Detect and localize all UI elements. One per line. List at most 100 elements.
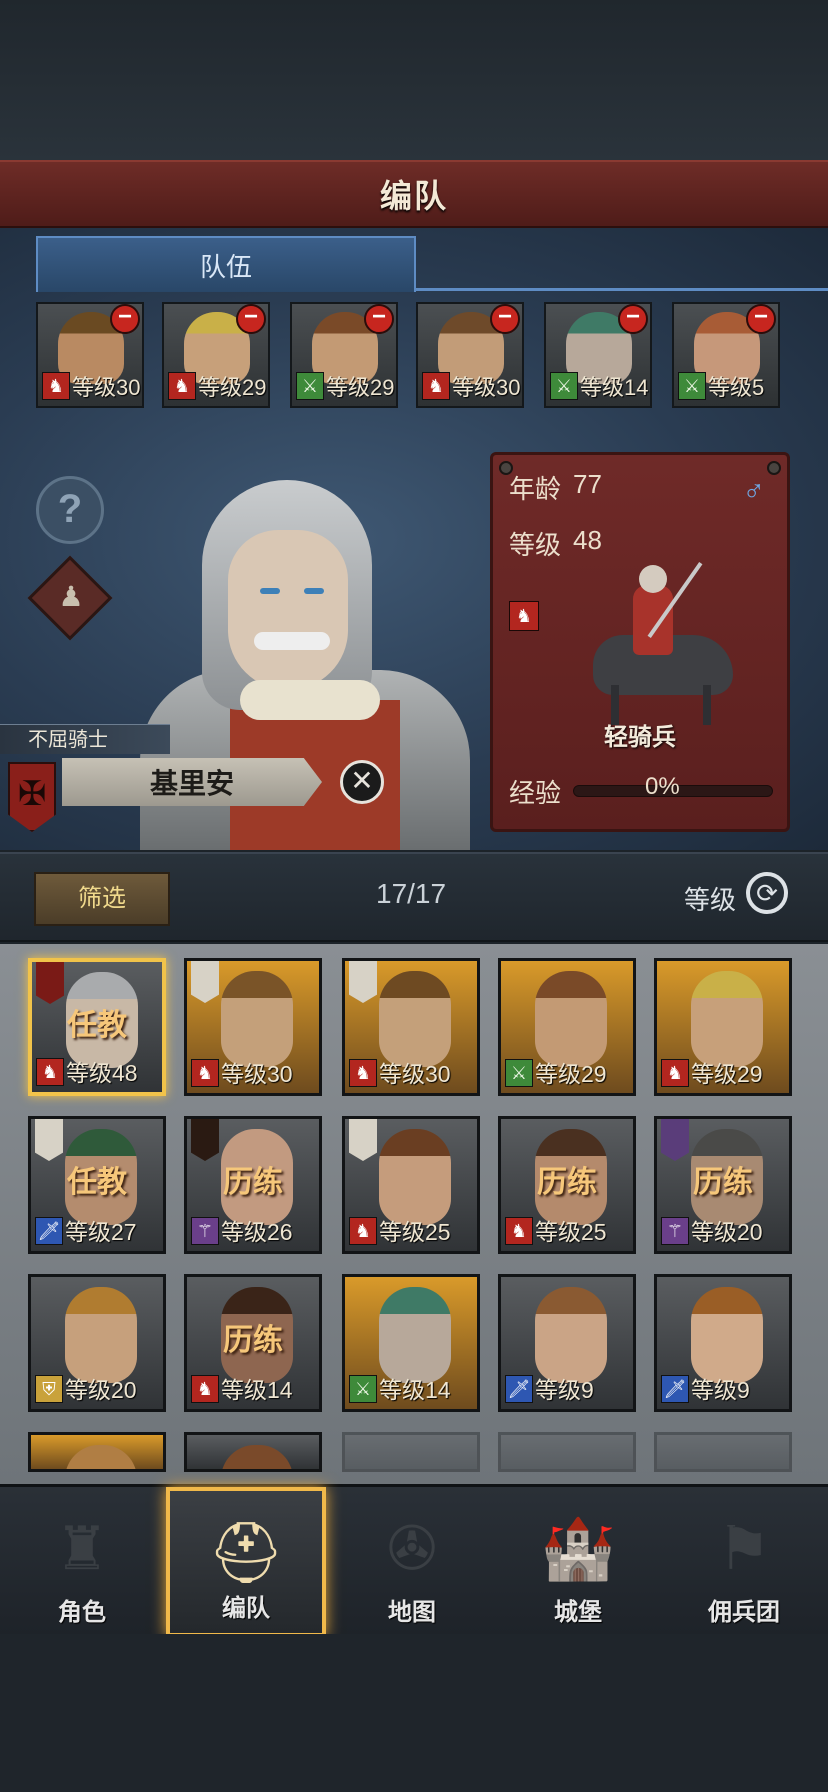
filter-bar: 筛选 17/17 等级 ⟳ (0, 852, 828, 942)
nav-label: 城堡 (554, 1599, 602, 1626)
mercenary-portrait (379, 1287, 451, 1383)
mercenary-level: 等级9 (535, 1377, 594, 1403)
close-icon: ✕ (350, 765, 374, 796)
team-slot[interactable]: − ⚔ 等级14 (544, 302, 652, 408)
remove-member-icon[interactable]: − (110, 304, 140, 334)
team-slot[interactable]: − ♞ 等级29 (162, 302, 270, 408)
member-level: 等级5 (708, 375, 765, 400)
knight-head (639, 565, 667, 593)
horse-icon: ♞ (168, 372, 196, 400)
roster-card[interactable]: 任教 ♞ 等级48 (28, 958, 166, 1096)
member-level: 等级29 (326, 375, 395, 400)
mercenary-level: 等级25 (535, 1219, 607, 1245)
status-label: 历练 (537, 1166, 597, 1199)
status-label: 历练 (223, 1324, 283, 1357)
horse-icon: ♞ (191, 1375, 219, 1403)
nav-label: 佣兵团 (708, 1599, 780, 1626)
horse-icon: ♞ (349, 1059, 377, 1087)
mercenary-level: 等级14 (379, 1377, 451, 1403)
tab-team[interactable]: 队伍 (36, 236, 416, 292)
mercenary-portrait (691, 971, 763, 1067)
age-label: 年龄 (509, 474, 562, 504)
crossed-swords-icon: ⚔ (678, 372, 706, 400)
male-icon: ♂ (742, 475, 766, 508)
hero-mustache (254, 632, 330, 650)
roster-card[interactable] (184, 1432, 322, 1472)
hero-face (228, 530, 348, 690)
age-value: 77 (573, 469, 602, 499)
banner-icon (661, 1119, 689, 1161)
hero-info-card: 年龄 77 ♂ 等级 48 ♞ 轻骑兵 经验 0% (490, 452, 790, 832)
empty-slot (654, 1432, 792, 1472)
roster-card[interactable]: 历练 ⚚ 等级26 (184, 1116, 322, 1254)
roster-card[interactable]: 任教 🗡 等级27 (28, 1116, 166, 1254)
staff-icon: ⚚ (191, 1217, 219, 1245)
mercenary-level: 等级30 (221, 1061, 293, 1087)
team-slot[interactable]: − ⚔ 等级5 (672, 302, 780, 408)
title-bar: 编队 (0, 160, 828, 228)
empty-slot (498, 1432, 636, 1472)
roster-card[interactable]: ⚔ 等级29 (498, 958, 636, 1096)
roster-card[interactable]: ♞ 等级30 (342, 958, 480, 1096)
hero-name-bar[interactable]: 基里安 (62, 758, 322, 806)
mercenary-level: 等级25 (379, 1219, 451, 1245)
bottom-area (0, 1634, 828, 1792)
roster-card[interactable]: 历练 ⚚ 等级20 (654, 1116, 792, 1254)
compass-icon: ✇ (386, 1515, 438, 1582)
roster-card[interactable]: 🗡 等级9 (498, 1274, 636, 1412)
mercenary-portrait (379, 1129, 451, 1225)
mercenary-portrait (535, 971, 607, 1067)
roster-card[interactable]: ♞ 等级30 (184, 958, 322, 1096)
helmet-icon: ⛑ (207, 1519, 285, 1586)
status-label: 历练 (693, 1166, 753, 1199)
roster-card[interactable]: 历练 ♞ 等级14 (184, 1274, 322, 1412)
crossed-swords-icon: ⚔ (550, 372, 578, 400)
nav-item[interactable]: ♜ 角色 (2, 1487, 162, 1637)
mercenary-portrait (221, 971, 293, 1067)
nav-item[interactable]: ⛑ 编队 (166, 1487, 326, 1637)
member-level: 等级14 (580, 375, 649, 400)
roster-card[interactable] (28, 1432, 166, 1472)
banner-icon (36, 962, 64, 1004)
team-slot[interactable]: − ⚔ 等级29 (290, 302, 398, 408)
help-button[interactable]: ? (36, 476, 104, 544)
mercenary-level: 等级48 (66, 1060, 138, 1086)
team-slot[interactable]: − ♞ 等级30 (416, 302, 524, 408)
remove-member-icon[interactable]: − (364, 304, 394, 334)
mercenary-portrait (379, 971, 451, 1067)
roster-card[interactable]: 历练 ♞ 等级25 (498, 1116, 636, 1254)
horse-icon: ♞ (422, 372, 450, 400)
nav-item[interactable]: ⚑ 佣兵团 (664, 1487, 824, 1637)
refresh-sort-icon[interactable]: ⟳ (746, 872, 788, 914)
remove-member-icon[interactable]: − (618, 304, 648, 334)
nav-item[interactable]: ✇ 地图 (332, 1487, 492, 1637)
team-slot[interactable]: − ♞ 等级30 (36, 302, 144, 408)
roster-card[interactable]: 🗡 等级9 (654, 1274, 792, 1412)
knight-figure (633, 585, 673, 655)
nav-label: 地图 (388, 1599, 436, 1626)
filter-button[interactable]: 筛选 (34, 872, 170, 926)
roster-card[interactable]: ⚔ 等级14 (342, 1274, 480, 1412)
mercenary-level: 等级29 (691, 1061, 763, 1087)
remove-member-icon[interactable]: − (746, 304, 776, 334)
remove-member-icon[interactable]: − (490, 304, 520, 334)
roster-card[interactable]: ⛨ 等级20 (28, 1274, 166, 1412)
sword-icon: 🗡 (661, 1375, 689, 1403)
mercenary-level: 等级14 (221, 1377, 293, 1403)
member-level: 等级30 (452, 375, 521, 400)
shield-icon: ⛨ (35, 1375, 63, 1403)
hero-eye (304, 588, 324, 594)
exp-value: 0% (645, 773, 680, 800)
horse-icon: ♞ (42, 372, 70, 400)
unit-type: 轻骑兵 (604, 724, 676, 751)
roster-card[interactable]: ♞ 等级25 (342, 1116, 480, 1254)
remove-hero-button[interactable]: ✕ (340, 760, 384, 804)
roster-card[interactable]: ♞ 等级29 (654, 958, 792, 1096)
nav-item[interactable]: 🏰 城堡 (498, 1487, 658, 1637)
roster-count: 17/17 (376, 878, 447, 909)
banner-icon: ⚑ (717, 1515, 771, 1582)
remove-member-icon[interactable]: − (236, 304, 266, 334)
mercenary-level: 等级20 (65, 1377, 137, 1403)
member-level: 等级30 (72, 375, 141, 400)
sort-label[interactable]: 等级 (684, 880, 736, 917)
